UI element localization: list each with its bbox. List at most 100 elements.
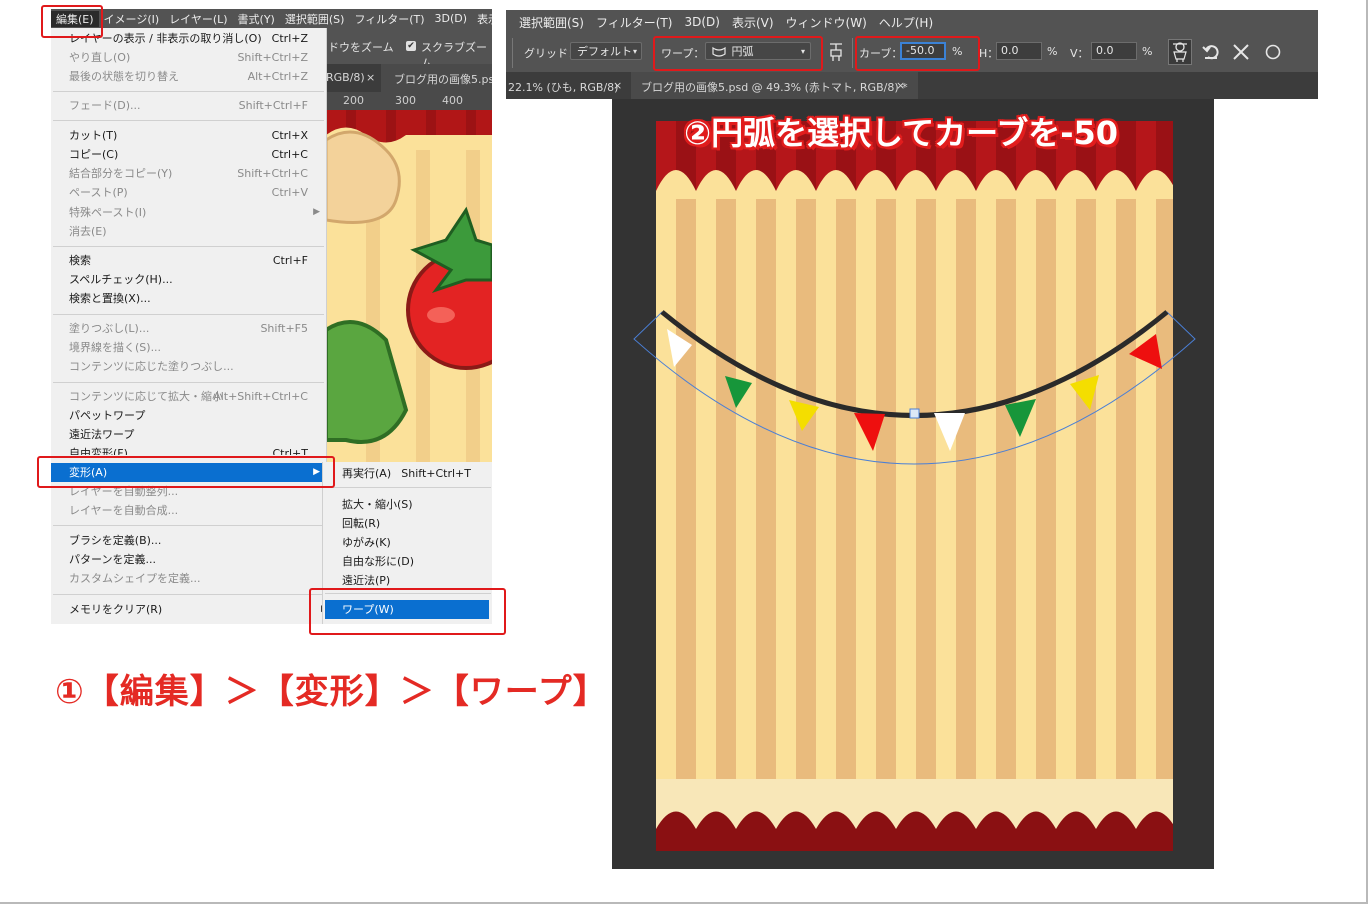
highlight-edit-menu bbox=[41, 5, 103, 38]
submenu-arrow-icon: ▶ bbox=[313, 207, 320, 217]
menu-item-copy-merged[interactable]: 結合部分をコピー(Y) Shift+Ctrl+C bbox=[51, 164, 326, 183]
menu-separator bbox=[53, 382, 324, 383]
menu-item-label: 最後の状態を切り替え bbox=[69, 70, 179, 83]
menu-item-shortcut: Ctrl+C bbox=[271, 148, 308, 161]
doc-tab-1-close[interactable]: × bbox=[613, 79, 622, 92]
menu-item-search[interactable]: 検索 Ctrl+F bbox=[51, 251, 326, 270]
chevron-down-icon: ▾ bbox=[632, 47, 637, 56]
menu-separator bbox=[53, 314, 324, 315]
left-doc-tabs: RGB/8) × ブログ用の画像5.psd bbox=[326, 64, 492, 92]
menu-item-label: コンテンツに応じて拡大・縮小 bbox=[69, 390, 223, 403]
menu-layer[interactable]: レイヤー(L) bbox=[164, 11, 232, 27]
menu-item-cut[interactable]: カット(T) Ctrl+X bbox=[51, 126, 326, 145]
doc-tab-close[interactable]: × bbox=[366, 71, 375, 84]
menu-separator bbox=[53, 594, 324, 595]
submenu-item-skew[interactable]: ゆがみ(K) bbox=[323, 533, 492, 552]
menu-item-label: 塗りつぶし(L)... bbox=[69, 322, 150, 335]
check-icon[interactable]: ✔ bbox=[406, 41, 416, 51]
menu-help[interactable]: ヘルプ(H) bbox=[873, 14, 939, 31]
v-bend-input[interactable]: 0.0 bbox=[1091, 42, 1137, 60]
menu-item-label: スペルチェック(H)... bbox=[69, 273, 173, 286]
menu-window[interactable]: ウィンドウ(W) bbox=[780, 14, 873, 31]
menu-select[interactable]: 選択範囲(S) bbox=[506, 14, 590, 31]
doc-tab-1[interactable]: 22.1% (ひも, RGB/8) bbox=[508, 79, 618, 95]
menu-item-label: ゆがみ(K) bbox=[342, 536, 391, 549]
menu-item-free-transform[interactable]: 自由変形(F) Ctrl+T bbox=[51, 444, 326, 455]
right-menubar: 選択範囲(S) フィルター(T) 3D(D) 表示(V) ウィンドウ(W) ヘル… bbox=[506, 10, 1318, 34]
menu-item-find-replace[interactable]: 検索と置換(X)... bbox=[51, 289, 326, 308]
menu-item-toggle-last-state[interactable]: 最後の状態を切り替え Alt+Ctrl+Z bbox=[51, 67, 326, 86]
menu-item-shortcut: Ctrl+X bbox=[271, 129, 308, 142]
menu-item-fill[interactable]: 塗りつぶし(L)... Shift+F5 bbox=[51, 319, 326, 338]
menu-item-fade[interactable]: フェード(D)... Shift+Ctrl+F bbox=[51, 96, 326, 115]
document-canvas[interactable] bbox=[612, 99, 1214, 869]
menu-item-shortcut: Shift+Ctrl+F bbox=[238, 99, 308, 112]
menu-item-stroke[interactable]: 境界線を描く(S)... bbox=[51, 338, 326, 357]
ruler: 200 300 400 bbox=[326, 92, 492, 110]
step2-caption: ②円弧を選択してカーブを-50 bbox=[684, 114, 1119, 152]
submenu-item-rotate[interactable]: 回転(R) bbox=[323, 514, 492, 533]
menu-item-define-brush[interactable]: ブラシを定義(B)... bbox=[51, 531, 326, 550]
menu-item-shortcut: Shift+Ctrl+Z bbox=[237, 51, 308, 64]
submenu-item-again[interactable]: 再実行(A) Shift+Ctrl+T bbox=[323, 464, 492, 483]
reset-icon[interactable] bbox=[1202, 42, 1220, 65]
menu-item-define-pattern[interactable]: パターンを定義... bbox=[51, 550, 326, 569]
menu-view[interactable]: 表示(V) bbox=[472, 11, 492, 27]
menu-item-spellcheck[interactable]: スペルチェック(H)... bbox=[51, 270, 326, 289]
menu-item-shortcut: Shift+F5 bbox=[260, 322, 308, 335]
menu-item-paste[interactable]: ペースト(P) Ctrl+V bbox=[51, 183, 326, 202]
menu-view[interactable]: 表示(V) bbox=[726, 14, 780, 31]
submenu-item-distort[interactable]: 自由な形に(D) bbox=[323, 552, 492, 571]
menu-item-shortcut: Shift+Ctrl+C bbox=[237, 167, 308, 180]
edit-menu: レイヤーの表示 / 非表示の取り消し(O) Ctrl+Z やり直し(O) Shift… bbox=[51, 28, 328, 624]
puppet-icon[interactable] bbox=[1168, 39, 1192, 65]
submenu-item-scale[interactable]: 拡大・縮小(S) bbox=[323, 495, 492, 514]
h-bend-input[interactable]: 0.0 bbox=[996, 42, 1042, 60]
menu-item-label: コンテンツに応じた塗りつぶし... bbox=[69, 360, 234, 373]
menu-item-content-aware-scale[interactable]: コンテンツに応じて拡大・縮小 Alt+Shift+Ctrl+C bbox=[51, 387, 326, 406]
doc-tab-2-close[interactable]: × bbox=[896, 79, 905, 92]
menu-filter[interactable]: フィルター(T) bbox=[349, 11, 429, 27]
doc-tab-1[interactable]: RGB/8) bbox=[326, 71, 365, 84]
menu-separator bbox=[53, 120, 324, 121]
menu-item-clear[interactable]: 消去(E) bbox=[51, 222, 326, 241]
menu-3d[interactable]: 3D(D) bbox=[678, 15, 725, 29]
highlight-curve-input bbox=[855, 36, 980, 71]
menu-item-redo[interactable]: やり直し(O) Shift+Ctrl+Z bbox=[51, 48, 326, 67]
cancel-icon[interactable] bbox=[1232, 43, 1250, 64]
menu-3d[interactable]: 3D(D) bbox=[430, 12, 473, 25]
menu-item-label: パターンを定義... bbox=[69, 553, 156, 566]
menu-item-purge[interactable]: メモリをクリア(R)▶ bbox=[51, 600, 328, 619]
h-percent: % bbox=[1047, 45, 1058, 58]
menu-item-shortcut: Alt+Ctrl+Z bbox=[247, 70, 308, 83]
doc-tab-2[interactable]: ブログ用の画像5.psd bbox=[381, 64, 492, 92]
menu-item-label: 遠近法ワープ bbox=[69, 428, 135, 441]
menu-item-content-aware-fill[interactable]: コンテンツに応じた塗りつぶし... bbox=[51, 357, 326, 376]
commit-icon[interactable] bbox=[1265, 44, 1281, 63]
menu-item-label: パペットワープ bbox=[69, 409, 146, 422]
menu-item-label: カット(T) bbox=[69, 129, 118, 142]
menu-item-shortcut: Alt+Shift+Ctrl+C bbox=[213, 390, 308, 403]
menu-item-perspective-warp[interactable]: 遠近法ワープ bbox=[51, 425, 326, 444]
menu-item-label: 境界線を描く(S)... bbox=[69, 341, 162, 354]
menu-type[interactable]: 書式(Y) bbox=[233, 11, 280, 27]
toolbar-divider bbox=[852, 38, 853, 68]
menu-item-copy[interactable]: コピー(C) Ctrl+C bbox=[51, 145, 326, 164]
menu-item-label: ペースト(P) bbox=[69, 186, 128, 199]
menu-separator bbox=[53, 525, 324, 526]
menu-item-label: コピー(C) bbox=[69, 148, 119, 161]
doc-tab-2[interactable]: ブログ用の画像5.psd @ 49.3% (赤トマト, RGB/8) * bbox=[641, 79, 908, 95]
menu-item-paste-special[interactable]: 特殊ペースト(I) ▶ bbox=[51, 203, 326, 222]
menu-item-label: 検索 bbox=[69, 254, 91, 267]
menu-item-label: やり直し(O) bbox=[69, 51, 131, 64]
menu-select[interactable]: 選択範囲(S) bbox=[280, 11, 350, 27]
menu-item-auto-blend[interactable]: レイヤーを自動合成... bbox=[51, 501, 326, 520]
right-workspace bbox=[612, 99, 1214, 869]
menu-item-puppet-warp[interactable]: パペットワープ bbox=[51, 406, 326, 425]
grid-dropdown[interactable]: デフォルト ▾ bbox=[570, 42, 642, 60]
menu-item-define-shape[interactable]: カスタムシェイプを定義... bbox=[51, 569, 326, 588]
highlight-transform-item bbox=[37, 456, 335, 488]
menu-filter[interactable]: フィルター(T) bbox=[590, 14, 678, 31]
menu-image[interactable]: イメージ(I) bbox=[99, 11, 165, 27]
puppet-icon[interactable] bbox=[827, 42, 845, 65]
